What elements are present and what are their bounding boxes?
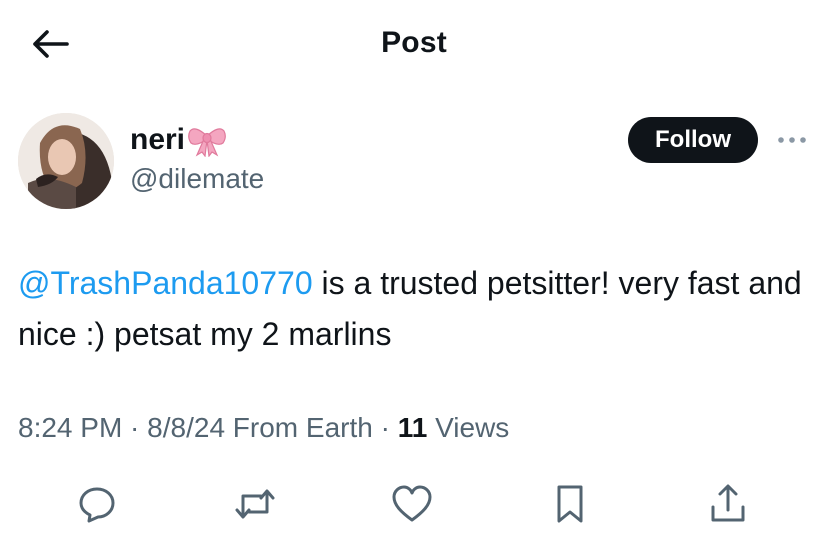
like-button[interactable] <box>388 480 436 528</box>
top-bar: Post <box>0 0 828 90</box>
post-detail-screen: Post neri @dilemate Follow @TrashPanda10… <box>0 0 828 544</box>
views-label[interactable]: Views <box>427 412 509 443</box>
user-handle[interactable]: @dilemate <box>130 163 264 195</box>
share-icon <box>711 484 745 522</box>
user-mention-link[interactable]: @TrashPanda10770 <box>18 265 313 301</box>
meta-separator: · <box>372 412 398 443</box>
post-text: @TrashPanda10770 is a trusted petsitter!… <box>18 258 808 360</box>
reply-icon <box>79 487 115 523</box>
display-name: neri <box>130 123 186 156</box>
post-meta: 8:24 PM · 8/8/24 From Earth · 11 Views <box>18 412 509 444</box>
post-location: From Earth <box>225 412 373 443</box>
ellipsis-icon <box>778 137 806 143</box>
page-title: Post <box>381 26 447 59</box>
more-options-button[interactable] <box>772 126 812 154</box>
display-name-row[interactable]: neri <box>130 120 227 160</box>
pink-bow-icon <box>187 123 227 158</box>
post-time[interactable]: 8:24 PM <box>18 412 122 443</box>
reply-button[interactable] <box>73 480 121 528</box>
bookmark-icon <box>557 485 583 523</box>
follow-button[interactable]: Follow <box>628 117 758 163</box>
avatar[interactable] <box>18 113 114 209</box>
repost-button[interactable] <box>231 480 279 528</box>
bookmark-button[interactable] <box>546 480 594 528</box>
repost-icon <box>235 489 275 519</box>
meta-separator: · <box>122 412 148 443</box>
views-count[interactable]: 11 <box>398 412 428 443</box>
post-date[interactable]: 8/8/24 <box>147 412 225 443</box>
share-button[interactable] <box>704 480 752 528</box>
like-icon <box>392 485 432 522</box>
avatar-image <box>18 113 114 209</box>
